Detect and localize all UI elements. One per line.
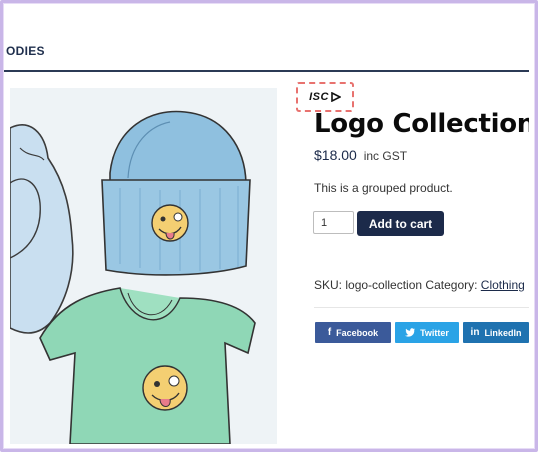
add-to-cart-button[interactable]: Add to cart [357, 211, 444, 236]
product-image[interactable] [9, 88, 277, 444]
tshirt-illustration [39, 287, 256, 444]
sku-label: SKU: [314, 278, 343, 292]
sku-value: logo-collection [345, 278, 423, 292]
linkedin-icon: in [470, 327, 480, 338]
product-illustration [9, 110, 256, 444]
share-twitter-button[interactable]: Twitter [395, 322, 459, 343]
product-description: This is a grouped product. [314, 181, 453, 195]
twitter-icon [405, 328, 416, 337]
beanie-illustration [101, 110, 251, 276]
isc-logo-text: ISC [309, 91, 329, 103]
share-facebook-button[interactable]: f Facebook [315, 322, 391, 343]
play-arrow-icon [331, 92, 341, 102]
share-twitter-label: Twitter [420, 327, 449, 338]
quantity-input[interactable] [313, 211, 354, 234]
facebook-icon: f [327, 327, 332, 338]
category-label: Category: [425, 278, 478, 292]
isc-logo-badge: ISC [296, 82, 354, 112]
share-linkedin-label: LinkedIn [484, 327, 522, 338]
product-meta: SKU: logo-collection Category: Clothing [314, 278, 525, 292]
share-facebook-label: Facebook [336, 327, 379, 338]
price-amount: $18.00 [314, 147, 357, 163]
category-link[interactable]: Clothing [481, 278, 525, 292]
nav-divider [4, 70, 529, 72]
nav-item-hoodies[interactable]: ODIES [6, 44, 45, 58]
share-linkedin-button[interactable]: in LinkedIn [463, 322, 529, 343]
price-tax-note: inc GST [363, 149, 408, 163]
product-title: Logo Collection [314, 109, 529, 139]
product-price: $18.00 inc GST [314, 147, 407, 163]
page-canvas: ODIES ISC Logo Collection $18.00 inc GST… [4, 4, 529, 444]
meta-divider [314, 307, 529, 308]
